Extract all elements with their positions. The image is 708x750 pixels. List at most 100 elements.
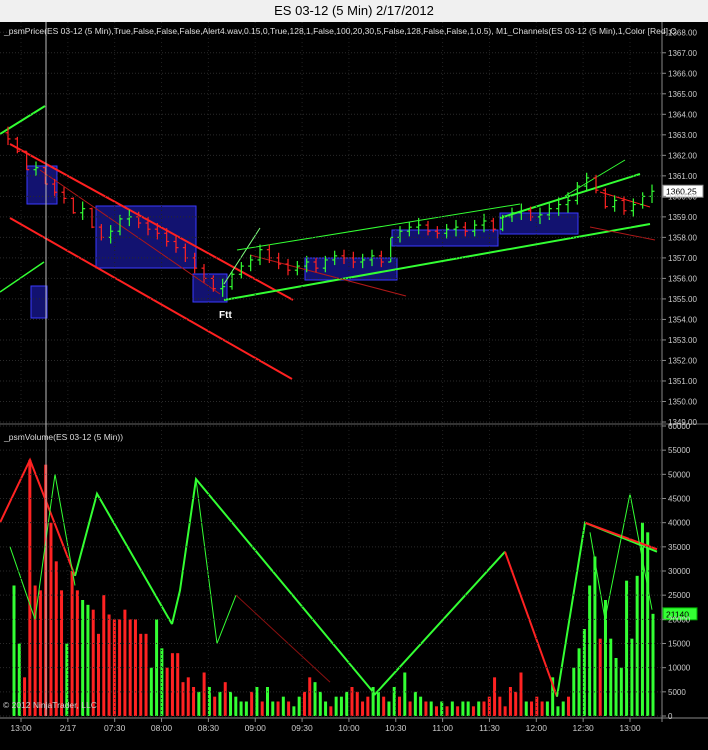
volume-bar — [176, 653, 180, 716]
price-tick-label: 1352.00 — [668, 356, 697, 365]
price-tick-label: 1351.00 — [668, 377, 697, 386]
volume-bar — [355, 691, 359, 716]
volume-bar — [123, 609, 127, 716]
price-tick-label: 1362.00 — [668, 151, 697, 160]
volume-bar — [630, 638, 634, 716]
volume-bar — [181, 682, 185, 716]
price-tick-label: 1354.00 — [668, 315, 697, 324]
volume-bar — [567, 696, 571, 716]
volume-bar — [197, 691, 201, 716]
volume-bar — [38, 590, 42, 716]
volume-bar — [186, 677, 190, 716]
price-tick-label: 1358.00 — [668, 233, 697, 242]
volume-bar — [609, 638, 613, 716]
chart-canvas[interactable]: 1360.25 21140 1368.001367.001366.001365.… — [0, 22, 708, 750]
volume-bar — [519, 672, 523, 716]
price-tick-label: 1360.00 — [668, 192, 697, 201]
volume-bar — [482, 701, 486, 716]
volume-bar — [102, 595, 106, 716]
price-tick-label: 1364.00 — [668, 110, 697, 119]
window-title: ES 03-12 (5 Min) 2/17/2012 — [274, 3, 434, 18]
volume-bar — [540, 701, 544, 716]
volume-bar — [223, 682, 227, 716]
volume-bar — [646, 532, 650, 716]
volume-bar — [366, 696, 370, 716]
volume-tick-label: 0 — [668, 712, 673, 721]
volume-bar — [60, 590, 64, 716]
price-tick-label: 1366.00 — [668, 69, 697, 78]
volume-bar — [139, 633, 143, 716]
price-tick-label: 1356.00 — [668, 274, 697, 283]
time-tick-label: 08:00 — [151, 723, 173, 733]
price-tick-label: 1353.00 — [668, 336, 697, 345]
volume-bar — [445, 706, 449, 716]
volume-bar — [498, 696, 502, 716]
volume-bar — [33, 585, 37, 716]
volume-bar — [234, 696, 238, 716]
volume-bar — [456, 706, 460, 716]
volume-bar — [170, 653, 174, 716]
price-tick-label: 1350.00 — [668, 397, 697, 406]
time-tick-label: 12:00 — [526, 723, 548, 733]
volume-bar — [329, 706, 333, 716]
price-panel-label: _psmPrice(ES 03-12 (5 Min),True,False,Fa… — [3, 26, 676, 36]
volume-bar — [23, 677, 27, 716]
volume-tick-label: 15000 — [668, 640, 691, 649]
volume-bar — [429, 701, 433, 716]
time-tick-label: 07:30 — [104, 723, 126, 733]
time-tick-label: 09:30 — [291, 723, 313, 733]
time-tick-label: 09:00 — [245, 723, 267, 733]
consolidation-box — [30, 285, 48, 319]
volume-bar — [107, 614, 111, 716]
volume-bar — [403, 672, 407, 716]
volume-panel-label: _psmVolume(ES 03-12 (5 Min)) — [3, 432, 123, 442]
volume-bar — [625, 580, 629, 716]
time-tick-label: 10:00 — [338, 723, 360, 733]
volume-tick-label: 55000 — [668, 446, 691, 455]
volume-bar — [345, 691, 349, 716]
volume-bar — [387, 701, 391, 716]
volume-bar — [471, 706, 475, 716]
time-tick-label: 13:00 — [619, 723, 641, 733]
volume-bar — [408, 701, 412, 716]
volume-bar — [440, 701, 444, 716]
volume-bar — [477, 701, 481, 716]
volume-bar — [493, 677, 497, 716]
time-tick-label: 11:00 — [432, 723, 453, 733]
window-title-bar: ES 03-12 (5 Min) 2/17/2012 — [0, 0, 708, 23]
volume-bar — [202, 672, 206, 716]
price-tick-label: 1357.00 — [668, 254, 697, 263]
time-tick-label: 12:30 — [573, 723, 595, 733]
price-tick-label: 1365.00 — [668, 90, 697, 99]
volume-bar — [318, 691, 322, 716]
volume-bar — [361, 701, 365, 716]
time-tick-label: 08:30 — [198, 723, 220, 733]
volume-bar — [213, 696, 217, 716]
volume-tick-label: 20000 — [668, 615, 691, 624]
volume-bar — [49, 522, 53, 716]
volume-tick-label: 60000 — [668, 422, 691, 431]
price-tick-label: 1367.00 — [668, 49, 697, 58]
volume-bar — [297, 696, 301, 716]
volume-bar — [287, 701, 291, 716]
volume-tick-label: 5000 — [668, 688, 686, 697]
volume-bar — [635, 575, 639, 716]
volume-bar — [271, 701, 275, 716]
volume-bar — [334, 696, 338, 716]
volume-tick-label: 45000 — [668, 495, 691, 504]
volume-bar — [239, 701, 243, 716]
volume-bar — [577, 648, 581, 716]
volume-bar — [96, 633, 100, 716]
volume-bar — [545, 701, 549, 716]
volume-bar — [614, 658, 618, 716]
volume-bar — [450, 701, 454, 716]
price-tick-label: 1363.00 — [668, 131, 697, 140]
volume-bar — [281, 696, 285, 716]
volume-bar — [382, 696, 386, 716]
volume-bar — [434, 706, 438, 716]
volume-bar — [313, 682, 317, 716]
volume-bar — [588, 585, 592, 716]
volume-bar — [556, 706, 560, 716]
volume-bar — [302, 691, 306, 716]
ftt-annotation: Ftt — [219, 310, 232, 321]
